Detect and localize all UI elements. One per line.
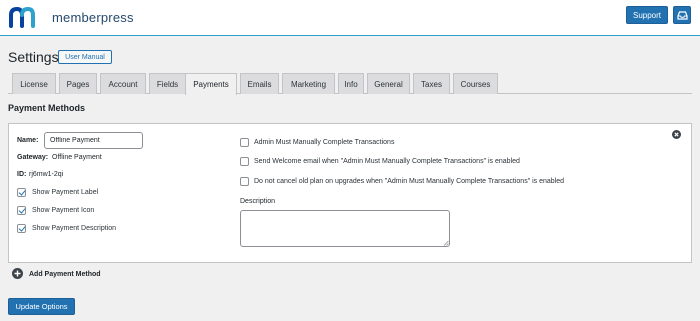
show-payment-description-text: Show Payment Description	[32, 225, 117, 232]
admin-manual-complete-checkbox[interactable]	[240, 138, 249, 147]
tab-pages[interactable]: Pages	[59, 73, 97, 94]
inbox-button[interactable]	[673, 6, 691, 24]
logo-text: memberpress	[52, 9, 134, 25]
do-not-cancel-plan-checkbox[interactable]	[240, 177, 249, 186]
show-payment-label-text: Show Payment Label	[32, 189, 99, 196]
show-payment-description-checkbox[interactable]	[17, 224, 26, 233]
gateway-label: Gateway:	[17, 154, 49, 161]
tab-fields[interactable]: Fields	[149, 73, 186, 94]
description-textarea[interactable]	[240, 210, 450, 247]
tab-courses[interactable]: Courses	[453, 73, 498, 94]
name-label: Name:	[17, 137, 39, 144]
admin-manual-complete-text: Admin Must Manually Complete Transaction…	[254, 139, 395, 146]
tab-payments[interactable]: Payments	[185, 73, 237, 95]
do-not-cancel-plan-text: Do not cancel old plan on upgrades when …	[254, 178, 565, 185]
tab-marketing[interactable]: Marketing	[282, 73, 335, 94]
send-welcome-email-checkbox[interactable]	[240, 157, 249, 166]
description-label: Description	[240, 198, 276, 205]
tab-license[interactable]: License	[12, 73, 56, 94]
show-payment-icon-text: Show Payment Icon	[32, 207, 95, 214]
id-label: ID:	[17, 171, 27, 178]
tab-general[interactable]: General	[367, 73, 410, 94]
remove-method-icon[interactable]	[672, 130, 681, 139]
tab-emails[interactable]: Emails	[240, 73, 279, 94]
add-payment-method-link[interactable]: Add Payment Method	[29, 271, 101, 278]
update-options-button[interactable]: Update Options	[8, 298, 75, 315]
top-bar: memberpress Support	[0, 0, 700, 36]
show-payment-icon-checkbox[interactable]	[17, 206, 26, 215]
resize-grip-icon[interactable]	[443, 240, 449, 246]
tab-account[interactable]: Account	[100, 73, 146, 94]
show-payment-label-checkbox[interactable]	[17, 188, 26, 197]
settings-tabs: License Pages Account Fields Payments Em…	[8, 73, 692, 95]
memberpress-logo[interactable]: memberpress	[8, 6, 134, 28]
section-title: Payment Methods	[8, 103, 86, 113]
id-value: rj6mw1-2qi	[29, 171, 64, 178]
name-field[interactable]	[44, 132, 143, 149]
gateway-value: Offline Payment	[52, 154, 102, 161]
support-button[interactable]: Support	[626, 6, 668, 24]
send-welcome-email-text: Send Welcome email when "Admin Must Manu…	[254, 158, 520, 165]
tab-info[interactable]: Info	[338, 73, 364, 94]
page-title: Settings	[8, 49, 59, 65]
tab-taxes[interactable]: Taxes	[413, 73, 450, 94]
add-payment-method-icon[interactable]	[12, 268, 23, 279]
user-manual-button[interactable]: User Manual	[58, 50, 112, 64]
memberpress-logo-icon	[9, 6, 35, 28]
inbox-icon	[676, 10, 688, 20]
